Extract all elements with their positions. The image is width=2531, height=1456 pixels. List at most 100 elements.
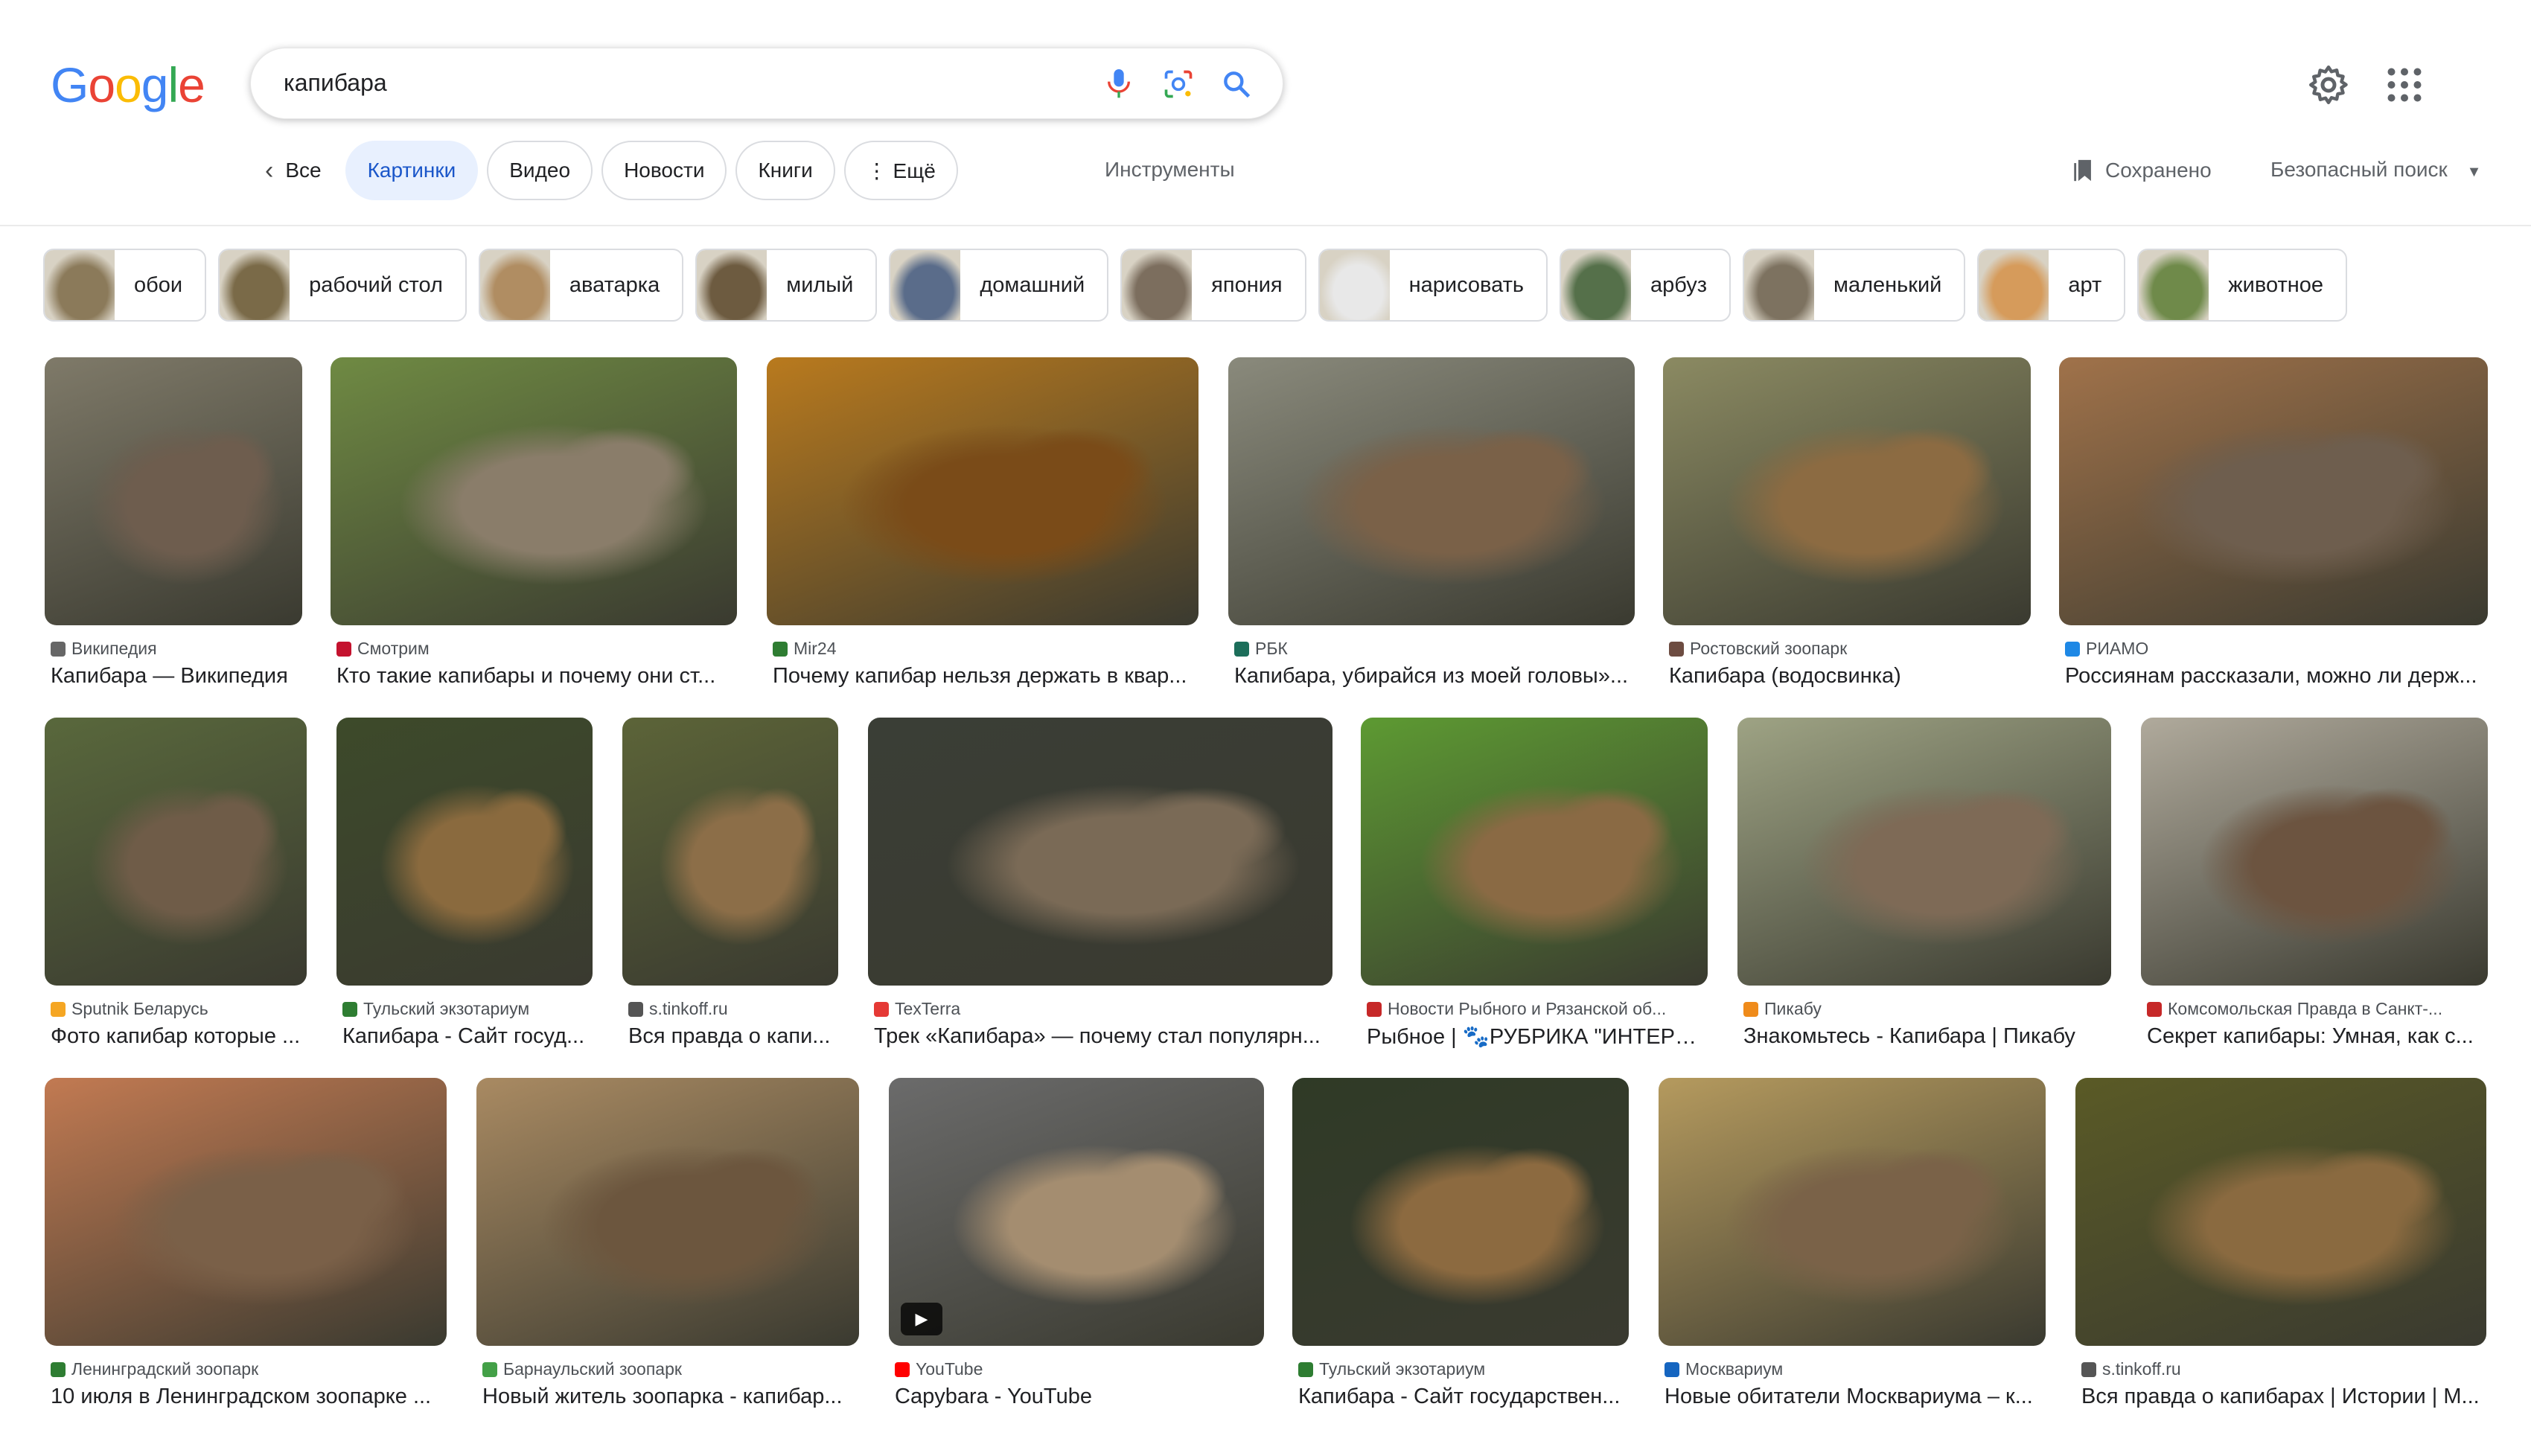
result-source[interactable]: Москвариум [1665, 1359, 1783, 1379]
result-title[interactable]: Капибара, убирайся из моей головы»... [1234, 664, 1635, 689]
result-source[interactable]: Ростовский зоопарк [1669, 639, 1847, 659]
result-thumbnail[interactable] [331, 357, 737, 625]
result-source[interactable]: Ленинградский зоопарк [51, 1359, 258, 1379]
result-thumbnail[interactable] [622, 718, 838, 986]
result-title[interactable]: Знакомьтесь - Капибара | Пикабу [1743, 1024, 2111, 1049]
tools-button[interactable]: Инструменты [1105, 158, 1235, 182]
google-apps-icon[interactable] [2382, 63, 2427, 107]
result-thumbnail[interactable] [1737, 718, 2111, 986]
related-chip[interactable]: домашний [889, 249, 1109, 322]
search-box[interactable]: капибара [250, 48, 1283, 119]
result-title[interactable]: Трек «Капибара» — почему стал популярн..… [874, 1024, 1332, 1049]
image-result[interactable]: Sputnik Беларусь Фото капибар которые ... [45, 718, 307, 1048]
result-thumbnail[interactable] [1659, 1078, 2046, 1346]
tab-all[interactable]: ‹ Все [261, 141, 336, 200]
result-title[interactable]: Секрет капибары: Умная, как с... [2147, 1024, 2488, 1049]
image-result[interactable]: Пикабу Знакомьтесь - Капибара | Пикабу [1737, 718, 2111, 1048]
result-thumbnail[interactable] [2059, 357, 2488, 625]
result-source[interactable]: Комсомольская Правда в Санкт-... [2147, 999, 2442, 1019]
related-chip[interactable]: арт [1977, 249, 2126, 322]
result-source[interactable]: Тульский экзотариум [1298, 1359, 1485, 1379]
result-source[interactable]: Смотрим [336, 639, 430, 659]
result-title[interactable]: Capybara - YouTube [895, 1385, 1264, 1409]
image-result[interactable]: Комсомольская Правда в Санкт-... Секрет к… [2141, 718, 2488, 1048]
tab-news[interactable]: Новости [601, 141, 727, 200]
tab-video[interactable]: Видео [487, 141, 593, 200]
result-source[interactable]: Mir24 [773, 639, 837, 659]
search-input[interactable]: капибара [284, 69, 387, 97]
safesearch-dropdown[interactable]: Безопасный поиск ▼ [2270, 158, 2481, 182]
result-thumbnail[interactable] [45, 357, 302, 625]
result-thumbnail[interactable] [1361, 718, 1708, 986]
image-result[interactable]: РБК Капибара, убирайся из моей головы»... [1228, 357, 1635, 688]
related-chip[interactable]: милый [695, 249, 878, 322]
result-thumbnail[interactable] [45, 1078, 447, 1346]
result-title[interactable]: Рыбное | 🐾РУБРИКА "ИНТЕРЕС... [1367, 1024, 1708, 1050]
image-result[interactable]: TexTerra Трек «Капибара» — почему стал по… [868, 718, 1332, 1048]
google-logo[interactable]: Google [51, 57, 205, 113]
related-chip[interactable]: обои [43, 249, 207, 322]
result-title[interactable]: Почему капибар нельзя держать в квар... [773, 664, 1199, 689]
image-result[interactable]: РИАМО Россиянам рассказали, можно ли держ… [2059, 357, 2488, 688]
result-thumbnail[interactable] [2075, 1078, 2486, 1346]
image-result[interactable]: Тульский экзотариум Капибара - Сайт госуд… [1292, 1078, 1629, 1408]
tab-more[interactable]: ⋮ Ещё [843, 141, 958, 200]
image-result[interactable]: s.tinkoff.ru Вся правда о капи... [622, 718, 838, 1048]
result-title[interactable]: Новый житель зоопарка - капибар... [482, 1385, 859, 1409]
related-chip[interactable]: рабочий стол [218, 249, 467, 322]
result-title[interactable]: Новые обитатели Москвариума – к... [1665, 1385, 2046, 1409]
result-thumbnail[interactable] [1292, 1078, 1629, 1346]
tab-images[interactable]: Картинки [345, 141, 479, 200]
result-title[interactable]: Кто такие капибары и почему они ст... [336, 664, 737, 689]
result-thumbnail[interactable] [2141, 718, 2488, 986]
result-title[interactable]: Вся правда о капибарах | Истории | М... [2081, 1385, 2486, 1409]
result-thumbnail[interactable] [1663, 357, 2031, 625]
image-result[interactable]: Ленинградский зоопарк 10 июля в Ленинград… [45, 1078, 447, 1408]
result-thumbnail[interactable] [476, 1078, 859, 1346]
result-thumbnail[interactable]: ▶ [889, 1078, 1264, 1346]
result-thumbnail[interactable] [336, 718, 593, 986]
result-title[interactable]: Капибара - Сайт государствен... [1298, 1385, 1629, 1409]
result-source[interactable]: YouTube [895, 1359, 983, 1379]
result-source[interactable]: Тульский экзотариум [342, 999, 529, 1019]
image-result[interactable]: ▶ YouTube Capybara - YouTube [889, 1078, 1264, 1408]
related-chip[interactable]: аватарка [478, 249, 684, 322]
result-source[interactable]: Барнаульский зоопарк [482, 1359, 682, 1379]
result-thumbnail[interactable] [45, 718, 307, 986]
related-chip[interactable]: арбуз [1560, 249, 1732, 322]
image-result[interactable]: Барнаульский зоопарк Новый житель зоопарк… [476, 1078, 859, 1408]
result-title[interactable]: Капибара (водосвинка) [1669, 664, 2031, 689]
image-result[interactable]: Москвариум Новые обитатели Москвариума – … [1659, 1078, 2046, 1408]
microphone-icon[interactable] [1098, 63, 1140, 105]
result-source[interactable]: s.tinkoff.ru [2081, 1359, 2181, 1379]
image-result[interactable]: Тульский экзотариум Капибара - Сайт госуд… [336, 718, 593, 1048]
image-result[interactable]: Смотрим Кто такие капибары и почему они с… [331, 357, 737, 688]
result-source[interactable]: TexTerra [874, 999, 960, 1019]
result-source[interactable]: Пикабу [1743, 999, 1822, 1019]
result-title[interactable]: Капибара — Википедия [51, 664, 302, 689]
result-source[interactable]: s.tinkoff.ru [628, 999, 728, 1019]
result-thumbnail[interactable] [868, 718, 1332, 986]
lens-camera-icon[interactable] [1158, 63, 1199, 105]
result-title[interactable]: Россиянам рассказали, можно ли держ... [2065, 664, 2488, 689]
result-title[interactable]: Вся правда о капи... [628, 1024, 838, 1049]
result-source[interactable]: Википедия [51, 639, 157, 659]
image-result[interactable]: Википедия Капибара — Википедия [45, 357, 302, 688]
result-title[interactable]: Фото капибар которые ... [51, 1024, 307, 1049]
related-chip[interactable]: животное [2137, 249, 2348, 322]
image-result[interactable]: Mir24 Почему капибар нельзя держать в ква… [767, 357, 1199, 688]
result-thumbnail[interactable] [1228, 357, 1635, 625]
saved-button[interactable]: Сохранено [2072, 158, 2212, 183]
tab-books[interactable]: Книги [735, 141, 835, 200]
search-icon[interactable] [1216, 63, 1257, 105]
related-chip[interactable]: маленький [1743, 249, 1966, 322]
related-chip[interactable]: япония [1120, 249, 1306, 322]
image-result[interactable]: s.tinkoff.ru Вся правда о капибарах | Ист… [2075, 1078, 2486, 1408]
result-source[interactable]: РБК [1234, 639, 1288, 659]
result-thumbnail[interactable] [767, 357, 1199, 625]
result-source[interactable]: Новости Рыбного и Рязанской об... [1367, 999, 1666, 1019]
result-title[interactable]: Капибара - Сайт госуд... [342, 1024, 593, 1049]
result-source[interactable]: РИАМО [2065, 639, 2148, 659]
result-source[interactable]: Sputnik Беларусь [51, 999, 208, 1019]
image-result[interactable]: Ростовский зоопарк Капибара (водосвинка) [1663, 357, 2031, 688]
